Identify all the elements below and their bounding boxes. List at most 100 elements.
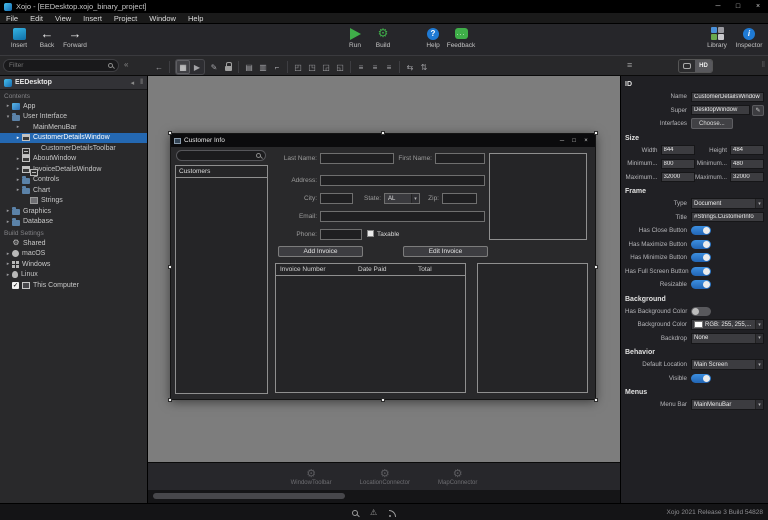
sidebar-item-controls[interactable]: ▸ Controls bbox=[0, 175, 147, 186]
min-height-input[interactable] bbox=[730, 158, 764, 169]
forward-button[interactable]: → Forward bbox=[58, 26, 92, 49]
distribute-h-icon[interactable]: ⇆ bbox=[403, 60, 417, 74]
corner-tl-icon[interactable]: ◰ bbox=[291, 60, 305, 74]
background-color-select[interactable]: RGB: 255, 255,... ▾ bbox=[691, 319, 764, 331]
menu-edit[interactable]: Edit bbox=[24, 13, 49, 23]
close-button[interactable]: × bbox=[748, 0, 768, 13]
paste-style-icon[interactable]: ▥ bbox=[256, 60, 270, 74]
selection-handle[interactable] bbox=[168, 398, 172, 402]
chevron-right-icon[interactable]: ▸ bbox=[14, 187, 22, 193]
visible-toggle[interactable] bbox=[691, 373, 711, 383]
menu-file[interactable]: File bbox=[0, 13, 24, 23]
edit-invoice-button[interactable]: Edit Invoice bbox=[403, 246, 488, 257]
shelf-item-windowtoolbar[interactable]: ⚙ WindowToolbar bbox=[291, 468, 332, 486]
has-minimize-button-toggle[interactable] bbox=[691, 253, 711, 263]
shelf-item-locationconnector[interactable]: ⚙ LocationConnector bbox=[360, 468, 410, 486]
sidebar-item-macos[interactable]: ▸ macOS bbox=[0, 249, 147, 260]
standard-res-button[interactable] bbox=[679, 60, 695, 72]
build-button[interactable]: ⚙ Build bbox=[366, 26, 400, 50]
sidebar-item-windows[interactable]: ▸ Windows bbox=[0, 259, 147, 270]
align-right-icon[interactable]: ≡ bbox=[382, 60, 396, 74]
city-field[interactable] bbox=[320, 193, 353, 204]
last-name-field[interactable] bbox=[320, 153, 394, 164]
pencil-icon[interactable]: ✎ bbox=[207, 60, 221, 74]
feedback-button[interactable]: ... Feedback bbox=[444, 26, 478, 49]
inspector-button[interactable]: i Inspector bbox=[732, 26, 766, 49]
chevron-right-icon[interactable]: ▸ bbox=[4, 272, 12, 278]
filter-box[interactable] bbox=[3, 59, 119, 72]
horizontal-scrollbar[interactable] bbox=[148, 490, 620, 503]
has-full-screen-button-toggle[interactable] bbox=[691, 266, 711, 276]
collapse-panel-icon[interactable]: ◂ bbox=[131, 79, 135, 87]
selection-handle[interactable] bbox=[594, 131, 598, 135]
phone-field[interactable] bbox=[320, 229, 362, 240]
collapse-navigator-icon[interactable]: « bbox=[124, 60, 128, 69]
backdrop-select[interactable]: None ▾ bbox=[691, 332, 764, 344]
hamburger-icon[interactable]: ≡ bbox=[627, 60, 632, 70]
selection-handle[interactable] bbox=[168, 265, 172, 269]
maximize-button[interactable]: □ bbox=[728, 0, 748, 13]
library-button[interactable]: Library bbox=[700, 26, 734, 49]
nav-back-icon[interactable]: ← bbox=[152, 60, 166, 74]
sidebar-item-database[interactable]: ▸ Database bbox=[0, 217, 147, 228]
search-icon[interactable] bbox=[352, 509, 358, 516]
corner-br-icon[interactable]: ◲ bbox=[319, 60, 333, 74]
minimize-button[interactable]: ─ bbox=[708, 0, 728, 13]
selection-handle[interactable] bbox=[168, 131, 172, 135]
choose-interfaces-button[interactable]: Choose... bbox=[691, 118, 733, 130]
distribute-v-icon[interactable]: ⇅ bbox=[417, 60, 431, 74]
sidebar-item-linux[interactable]: ▸ Linux bbox=[0, 270, 147, 281]
sidebar-item-mainmenubar[interactable]: ▸ MainMenuBar bbox=[0, 122, 147, 155]
sidebar-item-user-interface[interactable]: ▾ User Interface bbox=[0, 112, 147, 123]
layout-canvas[interactable]: Customer Info ─ □ × Customers Last Name:… bbox=[148, 76, 620, 503]
menu-insert[interactable]: Insert bbox=[77, 13, 108, 23]
has-maximize-button-toggle[interactable] bbox=[691, 239, 711, 249]
min-width-input[interactable] bbox=[660, 158, 695, 169]
filter-input[interactable] bbox=[9, 62, 105, 69]
chevron-right-icon[interactable]: ▸ bbox=[14, 177, 22, 183]
zip-field[interactable] bbox=[442, 193, 477, 204]
notes-listbox[interactable] bbox=[489, 153, 587, 240]
selection-handle[interactable] bbox=[381, 131, 385, 135]
checkbox-checked-icon[interactable]: ✓ bbox=[12, 281, 19, 289]
warnings-icon[interactable]: ⚠ bbox=[370, 508, 377, 517]
chevron-right-icon[interactable]: ▸ bbox=[14, 156, 22, 162]
has-close-button-toggle[interactable] bbox=[691, 226, 711, 236]
selection-handle[interactable] bbox=[594, 265, 598, 269]
chevron-right-icon[interactable]: ▸ bbox=[4, 103, 12, 109]
selection-handle[interactable] bbox=[381, 398, 385, 402]
chevron-right-icon[interactable]: ▸ bbox=[4, 251, 12, 257]
align-center-icon[interactable]: ≡ bbox=[368, 60, 382, 74]
feed-icon[interactable] bbox=[389, 509, 397, 517]
sidebar-item-invoicedetailswindow[interactable]: ▸ InvoiceDetailsWindow bbox=[0, 164, 147, 175]
resizable-toggle[interactable] bbox=[691, 280, 711, 290]
customer-search-field[interactable] bbox=[176, 150, 266, 161]
add-invoice-button[interactable]: Add Invoice bbox=[278, 246, 363, 257]
name-input[interactable] bbox=[691, 91, 764, 102]
title-input[interactable] bbox=[691, 212, 764, 223]
chevron-right-icon[interactable]: ▸ bbox=[14, 135, 22, 141]
panel-grip-icon[interactable]: ‖ bbox=[762, 60, 765, 69]
hd-res-button[interactable]: HD bbox=[695, 60, 712, 72]
has-background-color-toggle[interactable] bbox=[691, 306, 711, 316]
default-location-select[interactable]: Main Screen ▾ bbox=[691, 359, 764, 371]
taxable-checkbox[interactable] bbox=[367, 230, 374, 237]
width-input[interactable] bbox=[660, 145, 695, 156]
chevron-right-icon[interactable]: ▸ bbox=[14, 166, 22, 172]
detail-listbox[interactable] bbox=[477, 263, 588, 393]
menu-bar-select[interactable]: MainMenuBar ▾ bbox=[691, 399, 764, 411]
max-width-input[interactable] bbox=[660, 172, 695, 183]
menu-view[interactable]: View bbox=[49, 13, 77, 23]
chevron-down-icon[interactable]: ▾ bbox=[4, 114, 12, 120]
type-select[interactable]: Document ▾ bbox=[691, 198, 764, 210]
chevron-right-icon[interactable]: ▸ bbox=[14, 124, 22, 130]
invoices-listbox[interactable]: Invoice Number Date Paid Total bbox=[275, 263, 466, 393]
height-input[interactable] bbox=[730, 145, 764, 156]
preview-icon[interactable]: ▶ bbox=[190, 60, 204, 74]
edit-super-pencil-icon[interactable]: ✎ bbox=[752, 104, 764, 116]
chevron-right-icon[interactable]: ▸ bbox=[4, 208, 12, 214]
shelf-item-mapconnector[interactable]: ⚙ MapConnector bbox=[438, 468, 477, 486]
super-input[interactable] bbox=[691, 105, 750, 116]
sidebar-item-strings[interactable]: Strings bbox=[0, 196, 147, 207]
copy-style-icon[interactable]: ▤ bbox=[242, 60, 256, 74]
